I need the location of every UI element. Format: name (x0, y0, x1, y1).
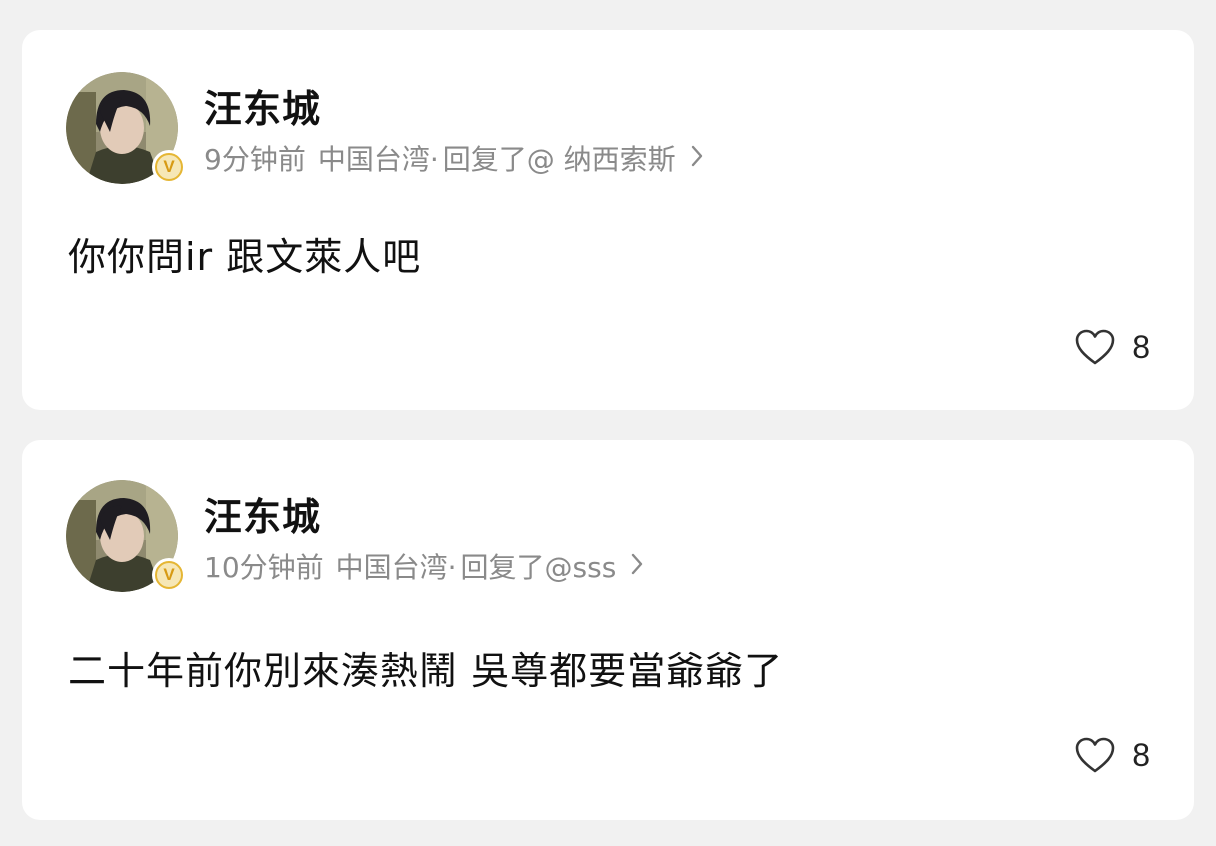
comment-time: 10分钟前 (204, 551, 324, 584)
reply-target-link[interactable]: 回复了@ 纳西索斯 (443, 138, 676, 178)
comment-text: 二十年前你別來湊熱鬧 吳尊都要當爺爺了 (68, 649, 784, 693)
heart-icon (1075, 329, 1115, 365)
like-button[interactable]: 8 (1074, 736, 1150, 774)
heart-icon (1075, 737, 1115, 773)
comment-text: 你你問ir 跟文萊人吧 (68, 235, 422, 279)
chevron-right-icon[interactable] (630, 550, 644, 583)
username[interactable]: 汪东城 (204, 486, 321, 541)
comment-location: 中国台湾· (317, 143, 439, 176)
reply-target-link[interactable]: 回复了@sss (461, 546, 617, 586)
like-count: 8 (1132, 736, 1150, 773)
avatar[interactable]: V (66, 72, 186, 184)
verified-badge-letter: V (155, 561, 183, 589)
comment-time: 9分钟前 (204, 143, 306, 176)
like-button[interactable]: 8 (1074, 328, 1150, 366)
chevron-right-icon[interactable] (690, 142, 704, 175)
comment-location: 中国台湾· (335, 551, 457, 584)
username[interactable]: 汪东城 (204, 78, 321, 133)
verified-badge-icon: V (152, 150, 186, 184)
comment-card: V 汪东城 10分钟前 中国台湾· 回复了@sss 二十年前你別來湊熱鬧 吳尊都… (22, 440, 1194, 820)
top-strip (0, 0, 1216, 28)
comment-card: V 汪东城 9分钟前 中国台湾· 回复了@ 纳西索斯 你你問ir 跟文萊人吧 8 (22, 30, 1194, 410)
comment-meta: 9分钟前 中国台湾· 回复了@ 纳西索斯 (204, 138, 704, 178)
comment-meta: 10分钟前 中国台湾· 回复了@sss (204, 546, 644, 586)
verified-badge-letter: V (155, 153, 183, 181)
verified-badge-icon: V (152, 558, 186, 592)
like-count: 8 (1132, 328, 1150, 365)
avatar[interactable]: V (66, 480, 186, 592)
